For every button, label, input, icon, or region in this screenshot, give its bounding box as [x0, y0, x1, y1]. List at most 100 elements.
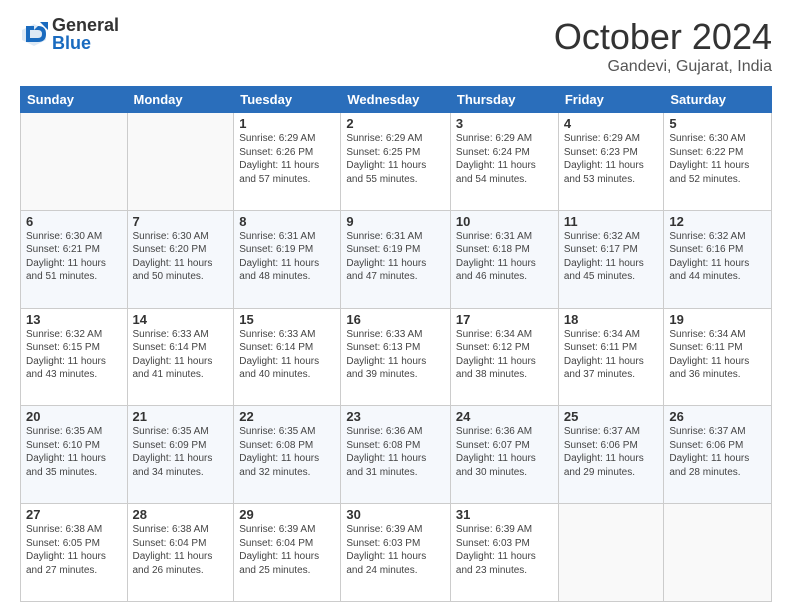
day-info: Sunrise: 6:38 AM Sunset: 6:04 PM Dayligh…: [133, 523, 229, 577]
weekday-header-saturday: Saturday: [664, 87, 772, 113]
day-number: 10: [456, 214, 553, 229]
day-number: 5: [669, 116, 766, 131]
day-info: Sunrise: 6:36 AM Sunset: 6:08 PM Dayligh…: [346, 425, 445, 479]
calendar-cell: 18Sunrise: 6:34 AM Sunset: 6:11 PM Dayli…: [558, 308, 664, 406]
calendar-cell: 31Sunrise: 6:39 AM Sunset: 6:03 PM Dayli…: [450, 504, 558, 602]
day-number: 26: [669, 409, 766, 424]
calendar-cell: 7Sunrise: 6:30 AM Sunset: 6:20 PM Daylig…: [127, 210, 234, 308]
calendar-week-row: 27Sunrise: 6:38 AM Sunset: 6:05 PM Dayli…: [21, 504, 772, 602]
day-number: 13: [26, 312, 122, 327]
calendar-cell: 13Sunrise: 6:32 AM Sunset: 6:15 PM Dayli…: [21, 308, 128, 406]
day-number: 17: [456, 312, 553, 327]
day-number: 14: [133, 312, 229, 327]
calendar-cell: 4Sunrise: 6:29 AM Sunset: 6:23 PM Daylig…: [558, 113, 664, 211]
day-info: Sunrise: 6:29 AM Sunset: 6:26 PM Dayligh…: [239, 132, 335, 186]
calendar-cell: 14Sunrise: 6:33 AM Sunset: 6:14 PM Dayli…: [127, 308, 234, 406]
weekday-header-tuesday: Tuesday: [234, 87, 341, 113]
day-number: 27: [26, 507, 122, 522]
calendar-cell: 23Sunrise: 6:36 AM Sunset: 6:08 PM Dayli…: [341, 406, 451, 504]
day-info: Sunrise: 6:29 AM Sunset: 6:23 PM Dayligh…: [564, 132, 659, 186]
day-info: Sunrise: 6:32 AM Sunset: 6:17 PM Dayligh…: [564, 230, 659, 284]
month-title: October 2024: [554, 16, 772, 58]
calendar-cell: 5Sunrise: 6:30 AM Sunset: 6:22 PM Daylig…: [664, 113, 772, 211]
day-number: 3: [456, 116, 553, 131]
generalblue-logo-icon: [20, 20, 48, 48]
day-info: Sunrise: 6:33 AM Sunset: 6:13 PM Dayligh…: [346, 328, 445, 382]
day-info: Sunrise: 6:36 AM Sunset: 6:07 PM Dayligh…: [456, 425, 553, 479]
calendar-cell: [21, 113, 128, 211]
calendar-cell: [558, 504, 664, 602]
header: General Blue October 2024 Gandevi, Gujar…: [20, 16, 772, 76]
day-info: Sunrise: 6:33 AM Sunset: 6:14 PM Dayligh…: [239, 328, 335, 382]
day-info: Sunrise: 6:39 AM Sunset: 6:03 PM Dayligh…: [456, 523, 553, 577]
day-number: 31: [456, 507, 553, 522]
day-number: 1: [239, 116, 335, 131]
day-info: Sunrise: 6:37 AM Sunset: 6:06 PM Dayligh…: [564, 425, 659, 479]
weekday-header-sunday: Sunday: [21, 87, 128, 113]
day-number: 29: [239, 507, 335, 522]
day-number: 11: [564, 214, 659, 229]
weekday-header-monday: Monday: [127, 87, 234, 113]
day-number: 15: [239, 312, 335, 327]
day-info: Sunrise: 6:30 AM Sunset: 6:21 PM Dayligh…: [26, 230, 122, 284]
calendar-cell: 26Sunrise: 6:37 AM Sunset: 6:06 PM Dayli…: [664, 406, 772, 504]
day-number: 20: [26, 409, 122, 424]
day-info: Sunrise: 6:30 AM Sunset: 6:22 PM Dayligh…: [669, 132, 766, 186]
day-info: Sunrise: 6:30 AM Sunset: 6:20 PM Dayligh…: [133, 230, 229, 284]
calendar-cell: 29Sunrise: 6:39 AM Sunset: 6:04 PM Dayli…: [234, 504, 341, 602]
calendar-cell: 22Sunrise: 6:35 AM Sunset: 6:08 PM Dayli…: [234, 406, 341, 504]
calendar-cell: 27Sunrise: 6:38 AM Sunset: 6:05 PM Dayli…: [21, 504, 128, 602]
day-number: 18: [564, 312, 659, 327]
day-number: 12: [669, 214, 766, 229]
calendar-cell: 25Sunrise: 6:37 AM Sunset: 6:06 PM Dayli…: [558, 406, 664, 504]
day-info: Sunrise: 6:34 AM Sunset: 6:11 PM Dayligh…: [669, 328, 766, 382]
day-number: 16: [346, 312, 445, 327]
day-number: 24: [456, 409, 553, 424]
calendar-cell: [127, 113, 234, 211]
calendar-week-row: 13Sunrise: 6:32 AM Sunset: 6:15 PM Dayli…: [21, 308, 772, 406]
location-title: Gandevi, Gujarat, India: [554, 58, 772, 76]
day-info: Sunrise: 6:32 AM Sunset: 6:16 PM Dayligh…: [669, 230, 766, 284]
calendar-table: SundayMondayTuesdayWednesdayThursdayFrid…: [20, 86, 772, 602]
day-number: 25: [564, 409, 659, 424]
calendar-cell: 24Sunrise: 6:36 AM Sunset: 6:07 PM Dayli…: [450, 406, 558, 504]
calendar-week-row: 6Sunrise: 6:30 AM Sunset: 6:21 PM Daylig…: [21, 210, 772, 308]
logo-general-text: General: [52, 16, 119, 34]
day-info: Sunrise: 6:35 AM Sunset: 6:10 PM Dayligh…: [26, 425, 122, 479]
calendar-header-row: SundayMondayTuesdayWednesdayThursdayFrid…: [21, 87, 772, 113]
calendar-cell: 12Sunrise: 6:32 AM Sunset: 6:16 PM Dayli…: [664, 210, 772, 308]
logo-text: General Blue: [52, 16, 119, 52]
day-number: 30: [346, 507, 445, 522]
logo: General Blue: [20, 16, 119, 52]
day-info: Sunrise: 6:37 AM Sunset: 6:06 PM Dayligh…: [669, 425, 766, 479]
logo-blue-text: Blue: [52, 34, 119, 52]
day-info: Sunrise: 6:39 AM Sunset: 6:03 PM Dayligh…: [346, 523, 445, 577]
calendar-cell: 28Sunrise: 6:38 AM Sunset: 6:04 PM Dayli…: [127, 504, 234, 602]
day-number: 23: [346, 409, 445, 424]
calendar-cell: 21Sunrise: 6:35 AM Sunset: 6:09 PM Dayli…: [127, 406, 234, 504]
calendar-cell: 17Sunrise: 6:34 AM Sunset: 6:12 PM Dayli…: [450, 308, 558, 406]
day-info: Sunrise: 6:29 AM Sunset: 6:24 PM Dayligh…: [456, 132, 553, 186]
page: General Blue October 2024 Gandevi, Gujar…: [0, 0, 792, 612]
calendar-cell: 16Sunrise: 6:33 AM Sunset: 6:13 PM Dayli…: [341, 308, 451, 406]
day-number: 6: [26, 214, 122, 229]
day-number: 19: [669, 312, 766, 327]
calendar-cell: 3Sunrise: 6:29 AM Sunset: 6:24 PM Daylig…: [450, 113, 558, 211]
day-info: Sunrise: 6:35 AM Sunset: 6:09 PM Dayligh…: [133, 425, 229, 479]
calendar-cell: 30Sunrise: 6:39 AM Sunset: 6:03 PM Dayli…: [341, 504, 451, 602]
calendar-cell: 15Sunrise: 6:33 AM Sunset: 6:14 PM Dayli…: [234, 308, 341, 406]
calendar-cell: 2Sunrise: 6:29 AM Sunset: 6:25 PM Daylig…: [341, 113, 451, 211]
calendar-week-row: 1Sunrise: 6:29 AM Sunset: 6:26 PM Daylig…: [21, 113, 772, 211]
day-info: Sunrise: 6:31 AM Sunset: 6:18 PM Dayligh…: [456, 230, 553, 284]
day-number: 8: [239, 214, 335, 229]
weekday-header-thursday: Thursday: [450, 87, 558, 113]
calendar-cell: 1Sunrise: 6:29 AM Sunset: 6:26 PM Daylig…: [234, 113, 341, 211]
day-number: 2: [346, 116, 445, 131]
day-info: Sunrise: 6:29 AM Sunset: 6:25 PM Dayligh…: [346, 132, 445, 186]
day-number: 7: [133, 214, 229, 229]
day-number: 21: [133, 409, 229, 424]
day-number: 22: [239, 409, 335, 424]
day-number: 9: [346, 214, 445, 229]
day-info: Sunrise: 6:33 AM Sunset: 6:14 PM Dayligh…: [133, 328, 229, 382]
day-info: Sunrise: 6:31 AM Sunset: 6:19 PM Dayligh…: [346, 230, 445, 284]
